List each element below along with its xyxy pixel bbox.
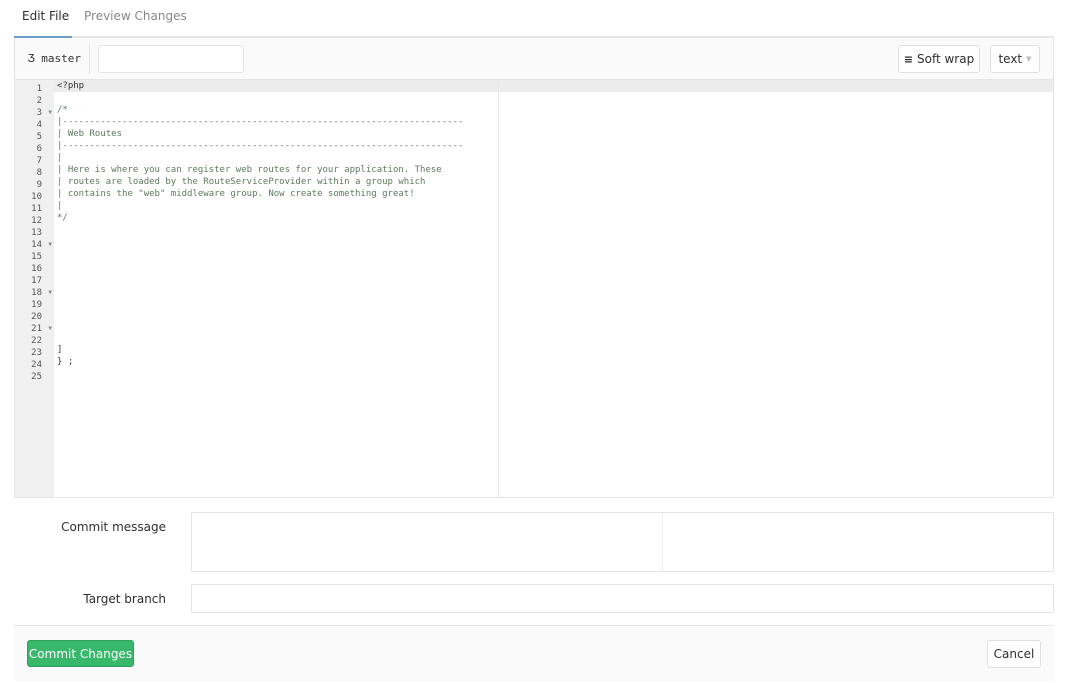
- tabs: Edit File Preview Changes: [14, 0, 1054, 38]
- line-number: 1: [36, 84, 42, 94]
- commit-changes-button[interactable]: Commit Changes: [27, 640, 134, 667]
- code-line: /*: [57, 105, 68, 115]
- line-number: 3 ▼: [36, 107, 52, 119]
- code-line: |: [57, 153, 63, 163]
- file-name-input[interactable]: [98, 45, 244, 73]
- line-number: 13: [31, 228, 42, 238]
- soft-wrap-button[interactable]: ≡ Soft wrap: [898, 45, 980, 73]
- target-branch-label: Target branch: [83, 592, 166, 606]
- code-line: ]: [57, 345, 63, 355]
- code-area[interactable]: <?php /* |--------------------------------…: [54, 80, 1053, 497]
- line-number: 5: [36, 132, 42, 142]
- line-number: 15: [31, 252, 42, 262]
- code-line: | contains the "web" middleware group. N…: [57, 189, 415, 199]
- code-line: } ;: [57, 357, 74, 367]
- fold-icon[interactable]: ▼: [48, 287, 52, 299]
- line-number: 4: [36, 120, 42, 130]
- tab-edit-file[interactable]: Edit File: [22, 9, 69, 23]
- commit-message-textarea[interactable]: [191, 512, 1054, 572]
- code-line: |: [57, 201, 63, 211]
- line-number: 7: [36, 156, 42, 166]
- line-number: 10: [31, 192, 42, 202]
- tab-preview-changes[interactable]: Preview Changes: [84, 9, 187, 23]
- code-line: | routes are loaded by the RouteServiceP…: [57, 177, 426, 187]
- fold-icon[interactable]: ▼: [48, 239, 52, 251]
- line-number: 8: [36, 168, 42, 178]
- git-branch-icon: Ӡ: [28, 52, 35, 65]
- active-line-highlight: [54, 80, 1053, 92]
- branch-name: master: [41, 52, 81, 65]
- file-editor: Ӡ master ≡ Soft wrap text ▼ 1 2 3 ▼ 4 5 6 7 8 9 10…: [14, 38, 1054, 498]
- line-number: 17: [31, 276, 42, 286]
- fold-icon[interactable]: ▼: [48, 323, 52, 335]
- line-number: 18 ▼: [31, 287, 52, 299]
- soft-wrap-label: Soft wrap: [917, 52, 975, 66]
- commit-message-label: Commit message: [61, 520, 166, 534]
- editor-toolbar: Ӡ master ≡ Soft wrap text ▼: [15, 38, 1053, 80]
- line-number: 21 ▼: [31, 323, 52, 335]
- mode-dropdown[interactable]: text ▼: [990, 45, 1040, 73]
- line-number: 12: [31, 216, 42, 226]
- branch-label: Ӡ master: [28, 52, 81, 65]
- line-number: 9: [36, 180, 42, 190]
- line-number: 22: [31, 336, 42, 346]
- divider: [89, 44, 90, 74]
- fold-icon[interactable]: ▼: [48, 107, 52, 119]
- line-number-gutter: 1 2 3 ▼ 4 5 6 7 8 9 10 11 12 13 14 ▼ 15 16 17 18 ▼ 19 20 21 ▼ 22 2…: [15, 80, 54, 497]
- code-line: <?php: [57, 81, 85, 91]
- wrap-icon: ≡: [903, 52, 913, 66]
- code-line: |---------------------------------------…: [57, 141, 464, 151]
- form-actions: Commit Changes Cancel: [14, 625, 1054, 681]
- line-number: 20: [31, 312, 42, 322]
- target-branch-input[interactable]: [191, 584, 1054, 613]
- code-line: | Here is where you can register web rou…: [57, 165, 442, 175]
- line-number: 23: [31, 348, 42, 358]
- line-number: 25: [31, 372, 42, 382]
- mode-label: text: [998, 52, 1023, 66]
- code-line: */: [57, 213, 68, 223]
- code-line: | Web Routes: [57, 129, 123, 139]
- line-number: 16: [31, 264, 42, 274]
- divider: [662, 513, 663, 571]
- print-margin: [498, 80, 499, 497]
- line-number: 19: [31, 300, 42, 310]
- line-number: 14 ▼: [31, 239, 52, 251]
- line-number: 11: [31, 204, 42, 214]
- cancel-button[interactable]: Cancel: [987, 640, 1041, 668]
- line-number: 24: [31, 360, 42, 370]
- line-number: 2: [36, 96, 42, 106]
- chevron-down-icon: ▼: [1026, 55, 1032, 63]
- line-number: 6: [36, 144, 42, 154]
- code-line: |---------------------------------------…: [57, 117, 464, 127]
